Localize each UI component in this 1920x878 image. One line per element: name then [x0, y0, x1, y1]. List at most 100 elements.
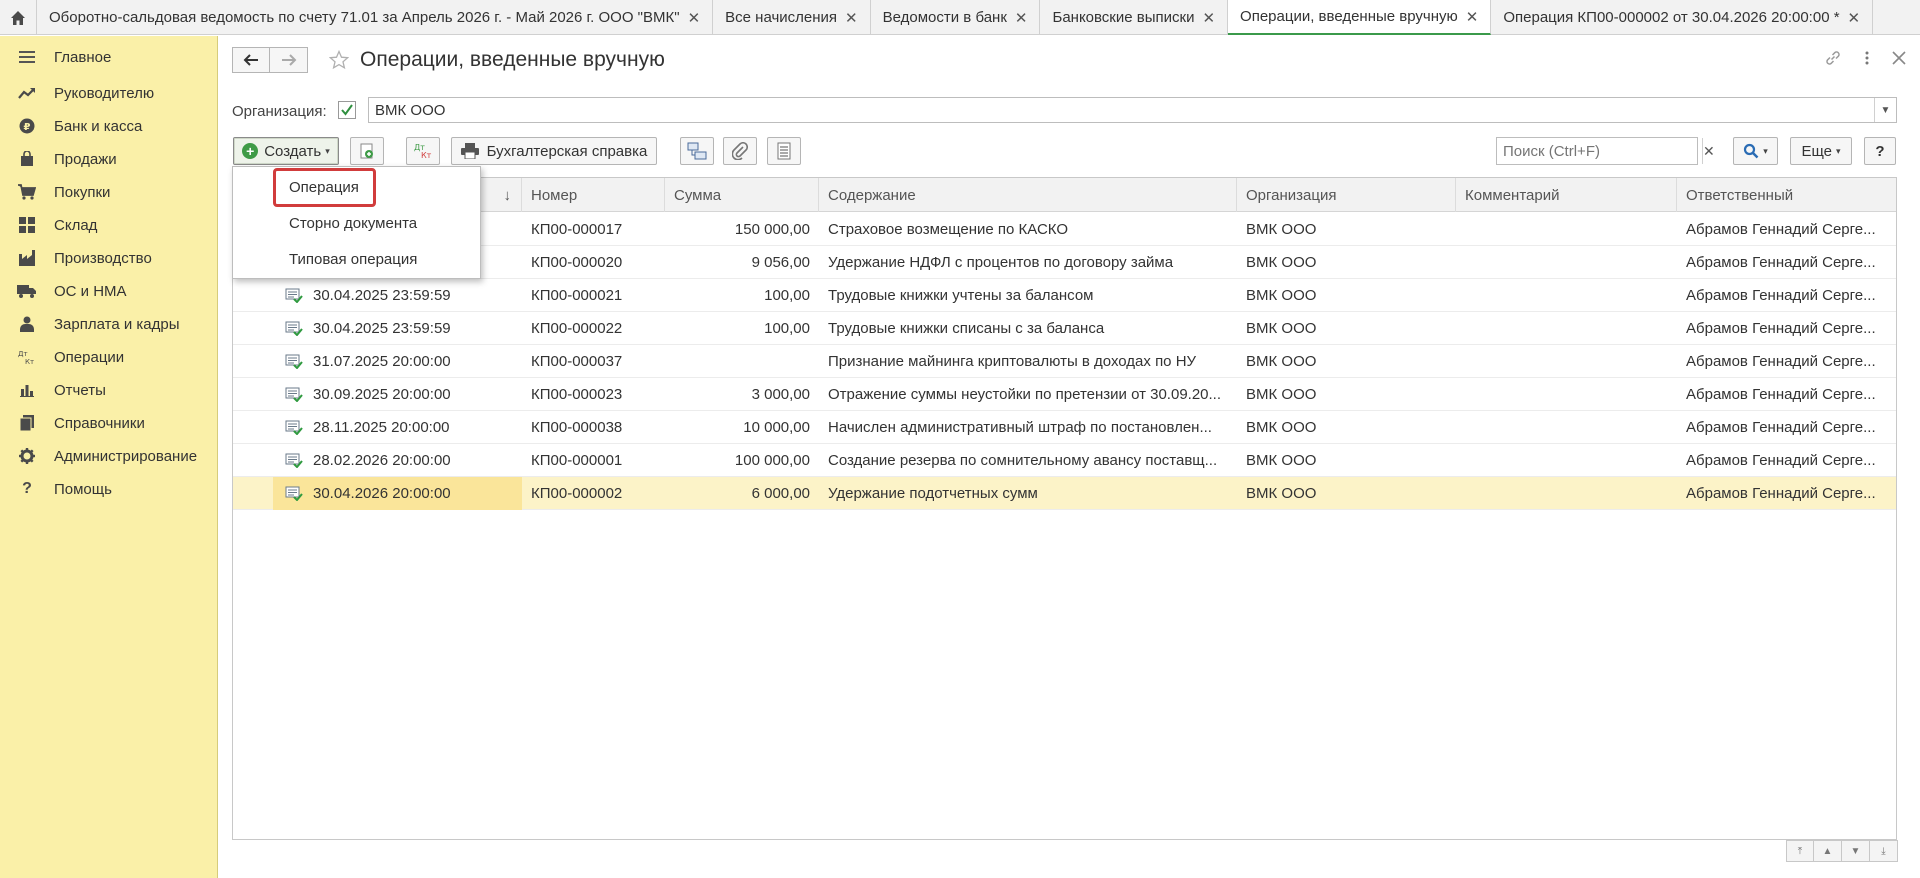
column-header-number[interactable]: Номер — [522, 178, 665, 212]
close-icon[interactable]: ✕ — [1015, 9, 1028, 27]
sidebar-item-production[interactable]: Производство — [0, 243, 218, 273]
sidebar-item-bank[interactable]: ₽ Банк и касса — [0, 111, 218, 141]
chevron-down-icon: ▾ — [325, 145, 330, 156]
attachment-button[interactable] — [723, 137, 757, 165]
column-label: Ответственный — [1686, 186, 1794, 204]
tab-osv[interactable]: Оборотно-сальдовая ведомость по счету 71… — [37, 0, 714, 35]
sidebar-item-operations[interactable]: Дт Кт Операции — [0, 342, 218, 372]
close-icon[interactable]: ✕ — [1202, 9, 1215, 27]
sidebar-item-help[interactable]: ? Помощь — [0, 474, 218, 504]
more-vertical-icon[interactable] — [1864, 50, 1870, 70]
cell-responsible: Абрамов Геннадий Серге... — [1686, 221, 1876, 238]
column-header-comment[interactable]: Комментарий — [1456, 178, 1677, 212]
scroll-up-button[interactable]: ▲ — [1814, 840, 1842, 862]
tab-bank-statements-payroll[interactable]: Ведомости в банк ✕ — [871, 0, 1041, 35]
scroll-down-button[interactable]: ▼ — [1842, 840, 1870, 862]
table-row[interactable]: 30.04.2025 23:59:59 КП00-000021 100,00 Труд… — [233, 279, 1896, 312]
close-icon[interactable]: ✕ — [1848, 9, 1861, 27]
list-icon — [777, 142, 791, 160]
sidebar-item-sales[interactable]: Продажи — [0, 144, 218, 174]
cell-content: Начислен административный штраф по поста… — [828, 419, 1212, 436]
tab-operation-document[interactable]: Операция КП00-000002 от 30.04.2026 20:00… — [1491, 0, 1874, 35]
more-button[interactable]: Еще ▾ — [1790, 137, 1852, 165]
table-row[interactable]: 30.09.2025 20:00:00 КП00-000023 3 000,00 От… — [233, 378, 1896, 411]
accounting-report-label: Бухгалтерская справка — [486, 142, 648, 160]
tab-manual-operations[interactable]: Операции, введенные вручную ✕ — [1228, 0, 1492, 35]
create-button[interactable]: + Создать ▾ — [233, 137, 339, 165]
sidebar-item-main[interactable]: Главное — [0, 42, 218, 72]
sidebar-item-salary[interactable]: Зарплата и кадры — [0, 309, 218, 339]
forward-button[interactable] — [270, 47, 308, 73]
back-button[interactable] — [232, 47, 270, 73]
postings-button[interactable]: Дт Кт — [406, 137, 440, 165]
link-icon[interactable] — [1824, 49, 1842, 71]
column-header-responsible[interactable]: Ответственный — [1677, 178, 1896, 212]
cell-number: КП00-000020 — [531, 254, 623, 271]
table-row[interactable]: 28.11.2025 20:00:00 КП00-000038 10 000,00 Н… — [233, 411, 1896, 444]
column-label: Номер — [531, 186, 578, 204]
menu-item-storno[interactable]: Сторно документа — [289, 215, 417, 232]
table-row[interactable]: КП00-000017 150 000,00 Страховое возмещени… — [233, 213, 1896, 246]
sidebar-item-label: Помощь — [54, 480, 112, 498]
document-copy-icon — [360, 143, 373, 159]
table-row[interactable]: КП00-000020 9 056,00 Удержание НДФЛ с проц… — [233, 246, 1896, 279]
sidebar-item-purchases[interactable]: Покупки — [0, 177, 218, 207]
check-icon — [341, 104, 353, 116]
chevron-down-icon[interactable]: ▼ — [1874, 98, 1896, 122]
cell-number: КП00-000038 — [531, 419, 623, 436]
scroll-top-button[interactable]: ⤒ — [1786, 840, 1814, 862]
organization-checkbox[interactable] — [338, 101, 356, 119]
table-row[interactable]: 28.02.2026 20:00:00 КП00-000001 100 000,00… — [233, 444, 1896, 477]
clear-icon[interactable]: ✕ — [1702, 138, 1715, 164]
menu-item-typical-operation[interactable]: Типовая операция — [289, 251, 417, 268]
search-field[interactable]: ✕ — [1496, 137, 1715, 165]
sidebar-item-directories[interactable]: Справочники — [0, 408, 218, 438]
tab-all-accruals[interactable]: Все начисления ✕ — [713, 0, 871, 35]
sidebar-item-fixed-assets[interactable]: ОС и НМА — [0, 276, 218, 306]
help-label: ? — [1875, 142, 1885, 160]
organization-field[interactable]: ВМК ООО ▼ — [368, 97, 1897, 123]
close-icon[interactable]: ✕ — [845, 9, 858, 27]
home-button[interactable] — [0, 0, 37, 35]
navigation-buttons — [232, 47, 308, 73]
cell-comment — [1465, 444, 1670, 477]
search-button[interactable]: ▾ — [1733, 137, 1778, 165]
close-icon[interactable]: ✕ — [1466, 8, 1479, 26]
printer-icon — [460, 143, 479, 159]
sidebar-item-label: Справочники — [54, 414, 145, 432]
factory-icon — [16, 248, 38, 268]
accounting-report-button[interactable]: Бухгалтерская справка — [451, 137, 657, 165]
create-dropdown-menu: Операция Сторно документа Типовая операц… — [232, 166, 481, 279]
column-header-sum[interactable]: Сумма — [665, 178, 819, 212]
sidebar-item-warehouse[interactable]: Склад — [0, 210, 218, 240]
svg-text:Дт: Дт — [18, 350, 28, 358]
sidebar-item-reports[interactable]: Отчеты — [0, 375, 218, 405]
sidebar-item-label: Продажи — [54, 150, 117, 168]
cell-organization: ВМК ООО — [1246, 254, 1317, 271]
table-row[interactable]: 30.04.2025 23:59:59 КП00-000022 100,00 Труд… — [233, 312, 1896, 345]
cell-responsible: Абрамов Геннадий Серге... — [1686, 419, 1876, 436]
copy-document-button[interactable] — [350, 137, 384, 165]
column-header-content[interactable]: Содержание — [819, 178, 1237, 212]
scroll-bottom-button[interactable]: ⤓ — [1870, 840, 1898, 862]
tab-label: Оборотно-сальдовая ведомость по счету 71… — [49, 9, 680, 26]
search-input[interactable] — [1497, 139, 1702, 163]
tab-bank-statements[interactable]: Банковские выписки ✕ — [1040, 0, 1229, 35]
close-icon[interactable] — [1892, 51, 1906, 69]
table-row[interactable]: 30.04.2026 20:00:00 КП00-000002 6 000,00 Уд… — [233, 477, 1896, 510]
cell-number: КП00-000021 — [531, 287, 623, 304]
cell-content: Удержание НДФЛ с процентов по договору з… — [828, 254, 1174, 271]
list-settings-button[interactable] — [767, 137, 801, 165]
sidebar-item-manager[interactable]: Руководителю — [0, 78, 218, 108]
structure-button[interactable] — [680, 137, 714, 165]
cell-sum: 100 000,00 — [734, 452, 810, 469]
table-row[interactable]: 31.07.2025 20:00:00 КП00-000037 Признание … — [233, 345, 1896, 378]
close-icon[interactable]: ✕ — [688, 9, 701, 27]
menu-item-operation[interactable]: Операция — [289, 179, 359, 196]
column-header-organization[interactable]: Организация — [1237, 178, 1456, 212]
cell-sum: 3 000,00 — [751, 386, 810, 403]
tab-label: Операция КП00-000002 от 30.04.2026 20:00… — [1503, 9, 1840, 26]
help-button[interactable]: ? — [1864, 137, 1896, 165]
favorite-button[interactable] — [326, 47, 352, 73]
sidebar-item-admin[interactable]: Администрирование — [0, 441, 218, 471]
